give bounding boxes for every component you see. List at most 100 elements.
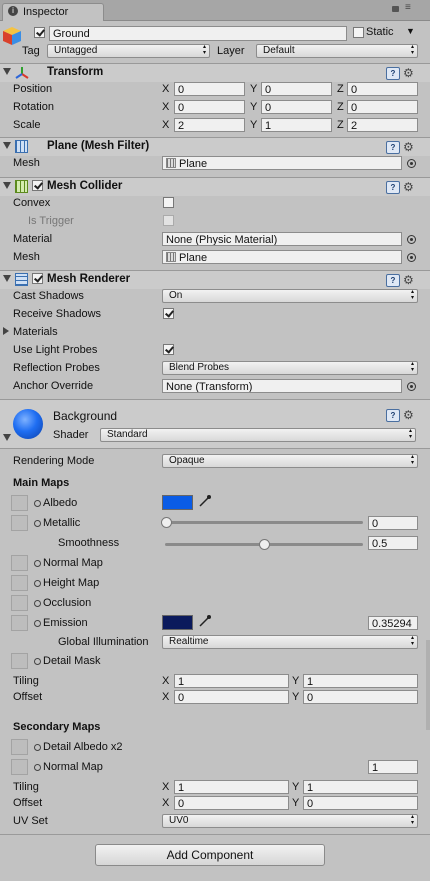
fold-arrow-icon[interactable] [3, 142, 11, 149]
offset2-y-field[interactable]: 0 [303, 796, 418, 810]
mesh-filter-header[interactable]: Plane (Mesh Filter) ? ⚙ [0, 137, 430, 156]
uv-set-dropdown[interactable]: UV0 [162, 814, 418, 828]
fold-arrow-icon[interactable] [3, 434, 11, 441]
help-icon[interactable]: ? [386, 409, 400, 422]
position-z-field[interactable]: 0 [347, 82, 418, 96]
tag-dropdown[interactable]: Untagged [47, 44, 210, 58]
position-x-field[interactable]: 0 [174, 82, 245, 96]
object-picker-icon[interactable] [407, 382, 416, 391]
collider-mesh-field[interactable]: Plane [162, 250, 402, 264]
scale-z-field[interactable]: 2 [347, 118, 418, 132]
gear-icon[interactable]: ⚙ [403, 141, 414, 153]
offset-y-field[interactable]: 0 [303, 690, 418, 704]
static-dropdown-arrow-icon[interactable]: ▼ [406, 26, 415, 36]
metallic-value-field[interactable]: 0 [368, 516, 418, 530]
tab-bar: i Inspector ≡ [0, 0, 430, 21]
detail-mask-texture-slot[interactable] [11, 653, 28, 669]
mesh-field[interactable]: Plane [162, 156, 402, 170]
height-map-texture-slot[interactable] [11, 575, 28, 591]
use-light-probes-checkbox[interactable] [163, 344, 174, 355]
cast-shadows-dropdown[interactable]: On [162, 289, 418, 303]
secondary-normal-scale-field[interactable]: 1 [368, 760, 418, 774]
rotation-z-field[interactable]: 0 [347, 100, 418, 114]
convex-checkbox[interactable] [163, 197, 174, 208]
mesh-renderer-header[interactable]: Mesh Renderer ? ⚙ [0, 270, 430, 289]
receive-shadows-checkbox[interactable] [163, 308, 174, 319]
offset2-x-field[interactable]: 0 [174, 796, 289, 810]
transform-header[interactable]: Transform ? ⚙ [0, 63, 430, 82]
emission-color-swatch[interactable] [162, 615, 193, 630]
static-checkbox[interactable] [353, 27, 364, 38]
menu-icon[interactable]: ≡ [405, 3, 411, 13]
albedo-color-swatch[interactable] [162, 495, 193, 510]
material-field[interactable]: None (Physic Material) [162, 232, 402, 246]
smoothness-value-field[interactable]: 0.5 [368, 536, 418, 550]
shader-label: Shader [53, 429, 89, 441]
enabled-checkbox[interactable] [32, 273, 43, 284]
emission-texture-slot[interactable] [11, 615, 28, 631]
help-icon[interactable]: ? [386, 141, 400, 154]
smoothness-slider[interactable] [165, 539, 363, 550]
rotation-label: Rotation [13, 101, 54, 113]
rendering-mode-dropdown[interactable]: Opaque [162, 454, 418, 468]
tiling2-y-field[interactable]: 1 [303, 780, 418, 794]
rotation-x-field[interactable]: 0 [174, 100, 245, 114]
object-picker-icon[interactable] [407, 253, 416, 262]
occlusion-texture-slot[interactable] [11, 595, 28, 611]
albedo-texture-slot[interactable] [11, 495, 28, 511]
material-header[interactable]: Background Shader Standard ? ⚙ [0, 399, 430, 449]
normal-map-texture-slot[interactable] [11, 555, 28, 571]
axis-x-label: X [162, 83, 170, 95]
tiling-y-field[interactable]: 1 [303, 674, 418, 688]
materials-fold-arrow-icon[interactable] [3, 327, 9, 335]
eyedropper-icon[interactable] [198, 494, 212, 511]
detail-albedo-texture-slot[interactable] [11, 739, 28, 755]
mesh-collider-icon [15, 180, 28, 193]
tiling-x-field[interactable]: 1 [174, 674, 289, 688]
metallic-slider[interactable] [161, 517, 363, 528]
gi-label-clip: Global Illumination [58, 636, 162, 650]
scale-y-field[interactable]: 1 [261, 118, 332, 132]
object-picker-icon[interactable] [407, 159, 416, 168]
offset-x-field[interactable]: 0 [174, 690, 289, 704]
enabled-checkbox[interactable] [32, 180, 43, 191]
tab-inspector[interactable]: i Inspector [2, 3, 104, 21]
shader-dropdown[interactable]: Standard [100, 428, 416, 442]
scale-x-field[interactable]: 2 [174, 118, 245, 132]
eyedropper-icon[interactable] [198, 614, 212, 631]
anchor-override-field[interactable]: None (Transform) [162, 379, 402, 393]
fold-arrow-icon[interactable] [3, 275, 11, 282]
materials-label[interactable]: Materials [13, 326, 58, 338]
add-component-button[interactable]: Add Component [95, 844, 325, 866]
gear-icon[interactable]: ⚙ [403, 181, 414, 193]
gear-icon[interactable]: ⚙ [403, 409, 414, 421]
global-illumination-dropdown[interactable]: Realtime [162, 635, 418, 649]
gear-icon[interactable]: ⚙ [403, 274, 414, 286]
axis-x-label: X [162, 101, 170, 113]
mesh-collider-header[interactable]: Mesh Collider ? ⚙ [0, 177, 430, 196]
slider-thumb[interactable] [161, 517, 172, 528]
object-picker-icon[interactable] [407, 235, 416, 244]
help-icon[interactable]: ? [386, 67, 400, 80]
layer-dropdown[interactable]: Default [256, 44, 418, 58]
help-icon[interactable]: ? [386, 181, 400, 194]
active-checkbox[interactable] [34, 27, 45, 38]
fold-arrow-icon[interactable] [3, 68, 11, 75]
reflection-probes-dropdown[interactable]: Blend Probes [162, 361, 418, 375]
secondary-normal-texture-slot[interactable] [11, 759, 28, 775]
slider-thumb[interactable] [259, 539, 270, 550]
emission-intensity-field[interactable]: 0.35294 [368, 616, 418, 630]
anchor-override-label: Anchor Override [13, 380, 94, 392]
object-name-input[interactable]: Ground [49, 26, 347, 41]
position-y-field[interactable]: 0 [261, 82, 332, 96]
metallic-texture-slot[interactable] [11, 515, 28, 531]
rotation-y-field[interactable]: 0 [261, 100, 332, 114]
axis-z-label: Z [337, 83, 344, 95]
lock-icon[interactable] [392, 6, 399, 12]
material-label: Material [13, 233, 53, 245]
scrollbar[interactable] [426, 640, 430, 730]
fold-arrow-icon[interactable] [3, 182, 11, 189]
gear-icon[interactable]: ⚙ [403, 67, 414, 79]
help-icon[interactable]: ? [386, 274, 400, 287]
tiling2-x-field[interactable]: 1 [174, 780, 289, 794]
